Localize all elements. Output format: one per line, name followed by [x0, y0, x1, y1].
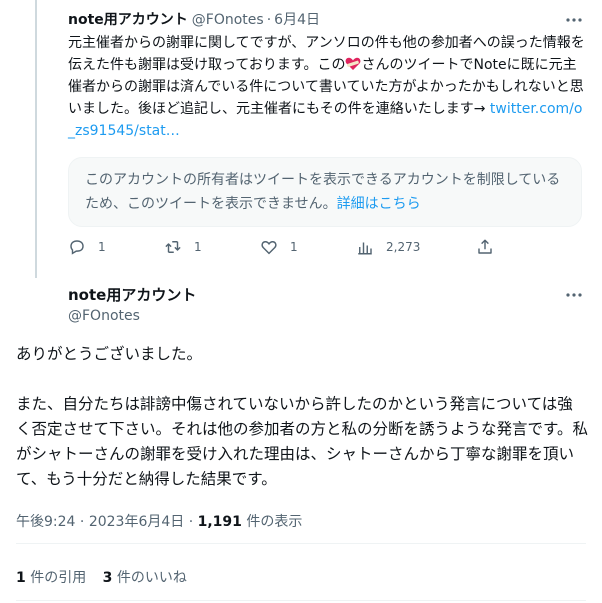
reply-icon — [70, 240, 84, 255]
reply-tweet-text: 元主催者からの謝罪に関してですが、アンソロの件も他の参加者への誤った情報を伝えた… — [68, 32, 588, 142]
like-count: 1 — [290, 240, 298, 254]
notice-text: このアカウントの所有者はツイートを表示できるアカウントを制限しているため、このツ… — [85, 172, 561, 212]
quotes-label: 件の引用 — [30, 570, 87, 586]
share-action[interactable] — [476, 238, 506, 256]
main-paragraph-1: ありがとうございました。 — [16, 345, 203, 363]
retweet-icon — [165, 241, 181, 253]
reply-count: 1 — [98, 240, 106, 254]
views-action[interactable]: 2,273 — [356, 238, 420, 256]
header-separator: · — [266, 12, 272, 28]
divider-top — [16, 543, 586, 544]
views-label: 件の表示 — [246, 514, 303, 530]
user-handle[interactable]: @FOnotes — [192, 10, 264, 30]
tweet-meta: 午後9:24 · 2023年6月4日 · 1,191 件の表示 — [16, 511, 302, 531]
tweet-full-date[interactable]: 2023年6月4日 — [89, 514, 184, 530]
main-display-name[interactable]: note用アカウント — [68, 285, 588, 305]
tweet-time[interactable]: 午後9:24 — [16, 514, 75, 530]
display-name[interactable]: note用アカウント — [68, 10, 188, 30]
tweet-date[interactable]: 6月4日 — [274, 10, 320, 30]
likes-count: 3 — [102, 570, 113, 586]
divider-bottom — [16, 600, 586, 601]
tweet-action-bar: 1 1 1 2,273 — [68, 238, 508, 264]
analytics-icon — [358, 242, 372, 255]
views-count: 1,191 — [197, 514, 242, 530]
thread-connector-line — [35, 0, 37, 278]
retweet-count: 1 — [194, 240, 202, 254]
main-more-options-icon[interactable] — [564, 285, 584, 305]
quotes-stat[interactable]: 1 件の引用 — [16, 570, 86, 586]
reply-tweet[interactable]: note用アカウント @FOnotes · 6月4日 元主催者からの謝罪に関して… — [68, 10, 588, 142]
view-count: 2,273 — [386, 240, 421, 254]
likes-stat[interactable]: 3 件のいいね — [103, 570, 187, 586]
engagement-stats: 1 件の引用 3 件のいいね — [16, 567, 199, 587]
heart-bandage-emoji-icon — [346, 57, 361, 70]
unavailable-tweet-notice: このアカウントの所有者はツイートを表示できるアカウントを制限しているため、このツ… — [68, 157, 582, 227]
meta-separator: · — [79, 514, 85, 530]
reply-action[interactable]: 1 — [68, 238, 106, 256]
share-icon — [478, 239, 492, 254]
heart-icon — [261, 241, 277, 255]
more-options-icon[interactable] — [564, 10, 584, 30]
retweet-action[interactable]: 1 — [164, 238, 202, 256]
main-tweet-header: note用アカウント @FOnotes — [68, 285, 588, 326]
main-tweet-text: ありがとうございました。 また、自分たちは誹謗中傷されていないから許したのかとい… — [16, 342, 588, 492]
likes-label: 件のいいね — [116, 570, 187, 586]
reply-tweet-header: note用アカウント @FOnotes · 6月4日 — [68, 10, 588, 30]
quotes-count: 1 — [16, 570, 26, 586]
like-action[interactable]: 1 — [260, 238, 298, 256]
main-user-handle[interactable]: @FOnotes — [68, 306, 588, 326]
views-separator: · — [188, 514, 194, 530]
main-paragraph-2: また、自分たちは誹謗中傷されていないから許したのかという発言については強く否定さ… — [16, 395, 588, 488]
learn-more-link[interactable]: 詳細はこちら — [337, 196, 421, 212]
